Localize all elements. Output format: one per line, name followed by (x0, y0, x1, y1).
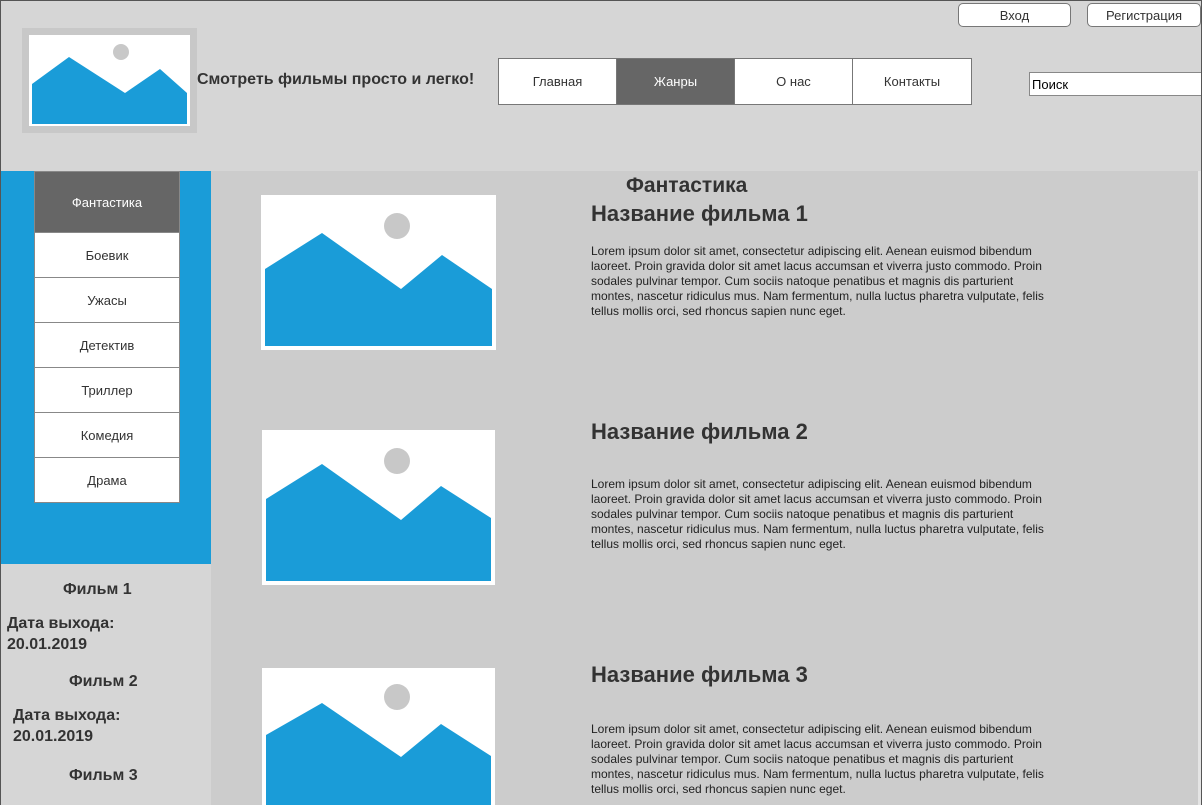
genre-item-scifi[interactable]: Фантастика (35, 172, 179, 233)
release-date-label: Дата выхода: (7, 615, 115, 632)
genre-sidebar: Фантастика Боевик Ужасы Детектив Триллер… (1, 171, 211, 564)
genre-list: Фантастика Боевик Ужасы Детектив Триллер… (34, 171, 180, 503)
movie-description: Lorem ipsum dolor sit amet, consectetur … (591, 722, 1044, 796)
release-date-value: 20.01.2019 (13, 728, 94, 745)
movie-title[interactable]: Название фильма 2 (591, 419, 808, 445)
genre-item-drama[interactable]: Драма (35, 458, 179, 502)
film-1-title[interactable]: Фильм 1 (63, 581, 132, 599)
scrollbar[interactable] (1198, 171, 1201, 805)
image-placeholder-icon (266, 684, 491, 805)
genre-item-action[interactable]: Боевик (35, 233, 179, 278)
movie-description: Lorem ipsum dolor sit amet, consectetur … (591, 477, 1044, 551)
nav-about[interactable]: О нас (735, 59, 853, 104)
main-nav: Главная Жанры О нас Контакты (498, 58, 972, 105)
login-button[interactable]: Вход (958, 3, 1071, 27)
search-input[interactable] (1029, 72, 1201, 96)
nav-contacts[interactable]: Контакты (853, 59, 971, 104)
image-placeholder-icon (266, 448, 491, 581)
genre-item-detective[interactable]: Детектив (35, 323, 179, 368)
section-title: Фантастика (626, 174, 748, 197)
film-1-date: Дата выхода: 20.01.2019 (7, 613, 114, 655)
movie-title[interactable]: Название фильма 3 (591, 662, 808, 688)
release-date-value: 20.01.2019 (7, 636, 88, 653)
movie-description: Lorem ipsum dolor sit amet, consectetur … (591, 244, 1044, 318)
genre-item-thriller[interactable]: Триллер (35, 368, 179, 413)
film-2-date: Дата выхода: 20.01.2019 (13, 705, 120, 747)
register-button[interactable]: Регистрация (1087, 3, 1201, 27)
release-panel: Фильм 1 Дата выхода: 20.01.2019 Фильм 2 … (1, 564, 211, 805)
movie-poster[interactable] (262, 430, 495, 585)
movie-poster[interactable] (261, 195, 496, 350)
film-2-title[interactable]: Фильм 2 (69, 673, 138, 691)
header: Вход Регистрация Смотреть фильмы просто … (1, 1, 1201, 171)
image-placeholder-icon (265, 213, 492, 346)
image-placeholder-icon (32, 44, 187, 124)
logo[interactable] (22, 28, 197, 133)
nav-home[interactable]: Главная (499, 59, 617, 104)
app-window: Вход Регистрация Смотреть фильмы просто … (0, 0, 1202, 805)
site-tagline: Смотреть фильмы просто и легко! (197, 71, 475, 88)
genre-item-horror[interactable]: Ужасы (35, 278, 179, 323)
nav-genres[interactable]: Жанры (617, 59, 735, 104)
film-3-title[interactable]: Фильм 3 (69, 767, 138, 785)
genre-item-comedy[interactable]: Комедия (35, 413, 179, 458)
movie-poster[interactable] (262, 668, 495, 805)
movie-title[interactable]: Название фильма 1 (591, 201, 808, 227)
release-date-label: Дата выхода: (13, 707, 121, 724)
